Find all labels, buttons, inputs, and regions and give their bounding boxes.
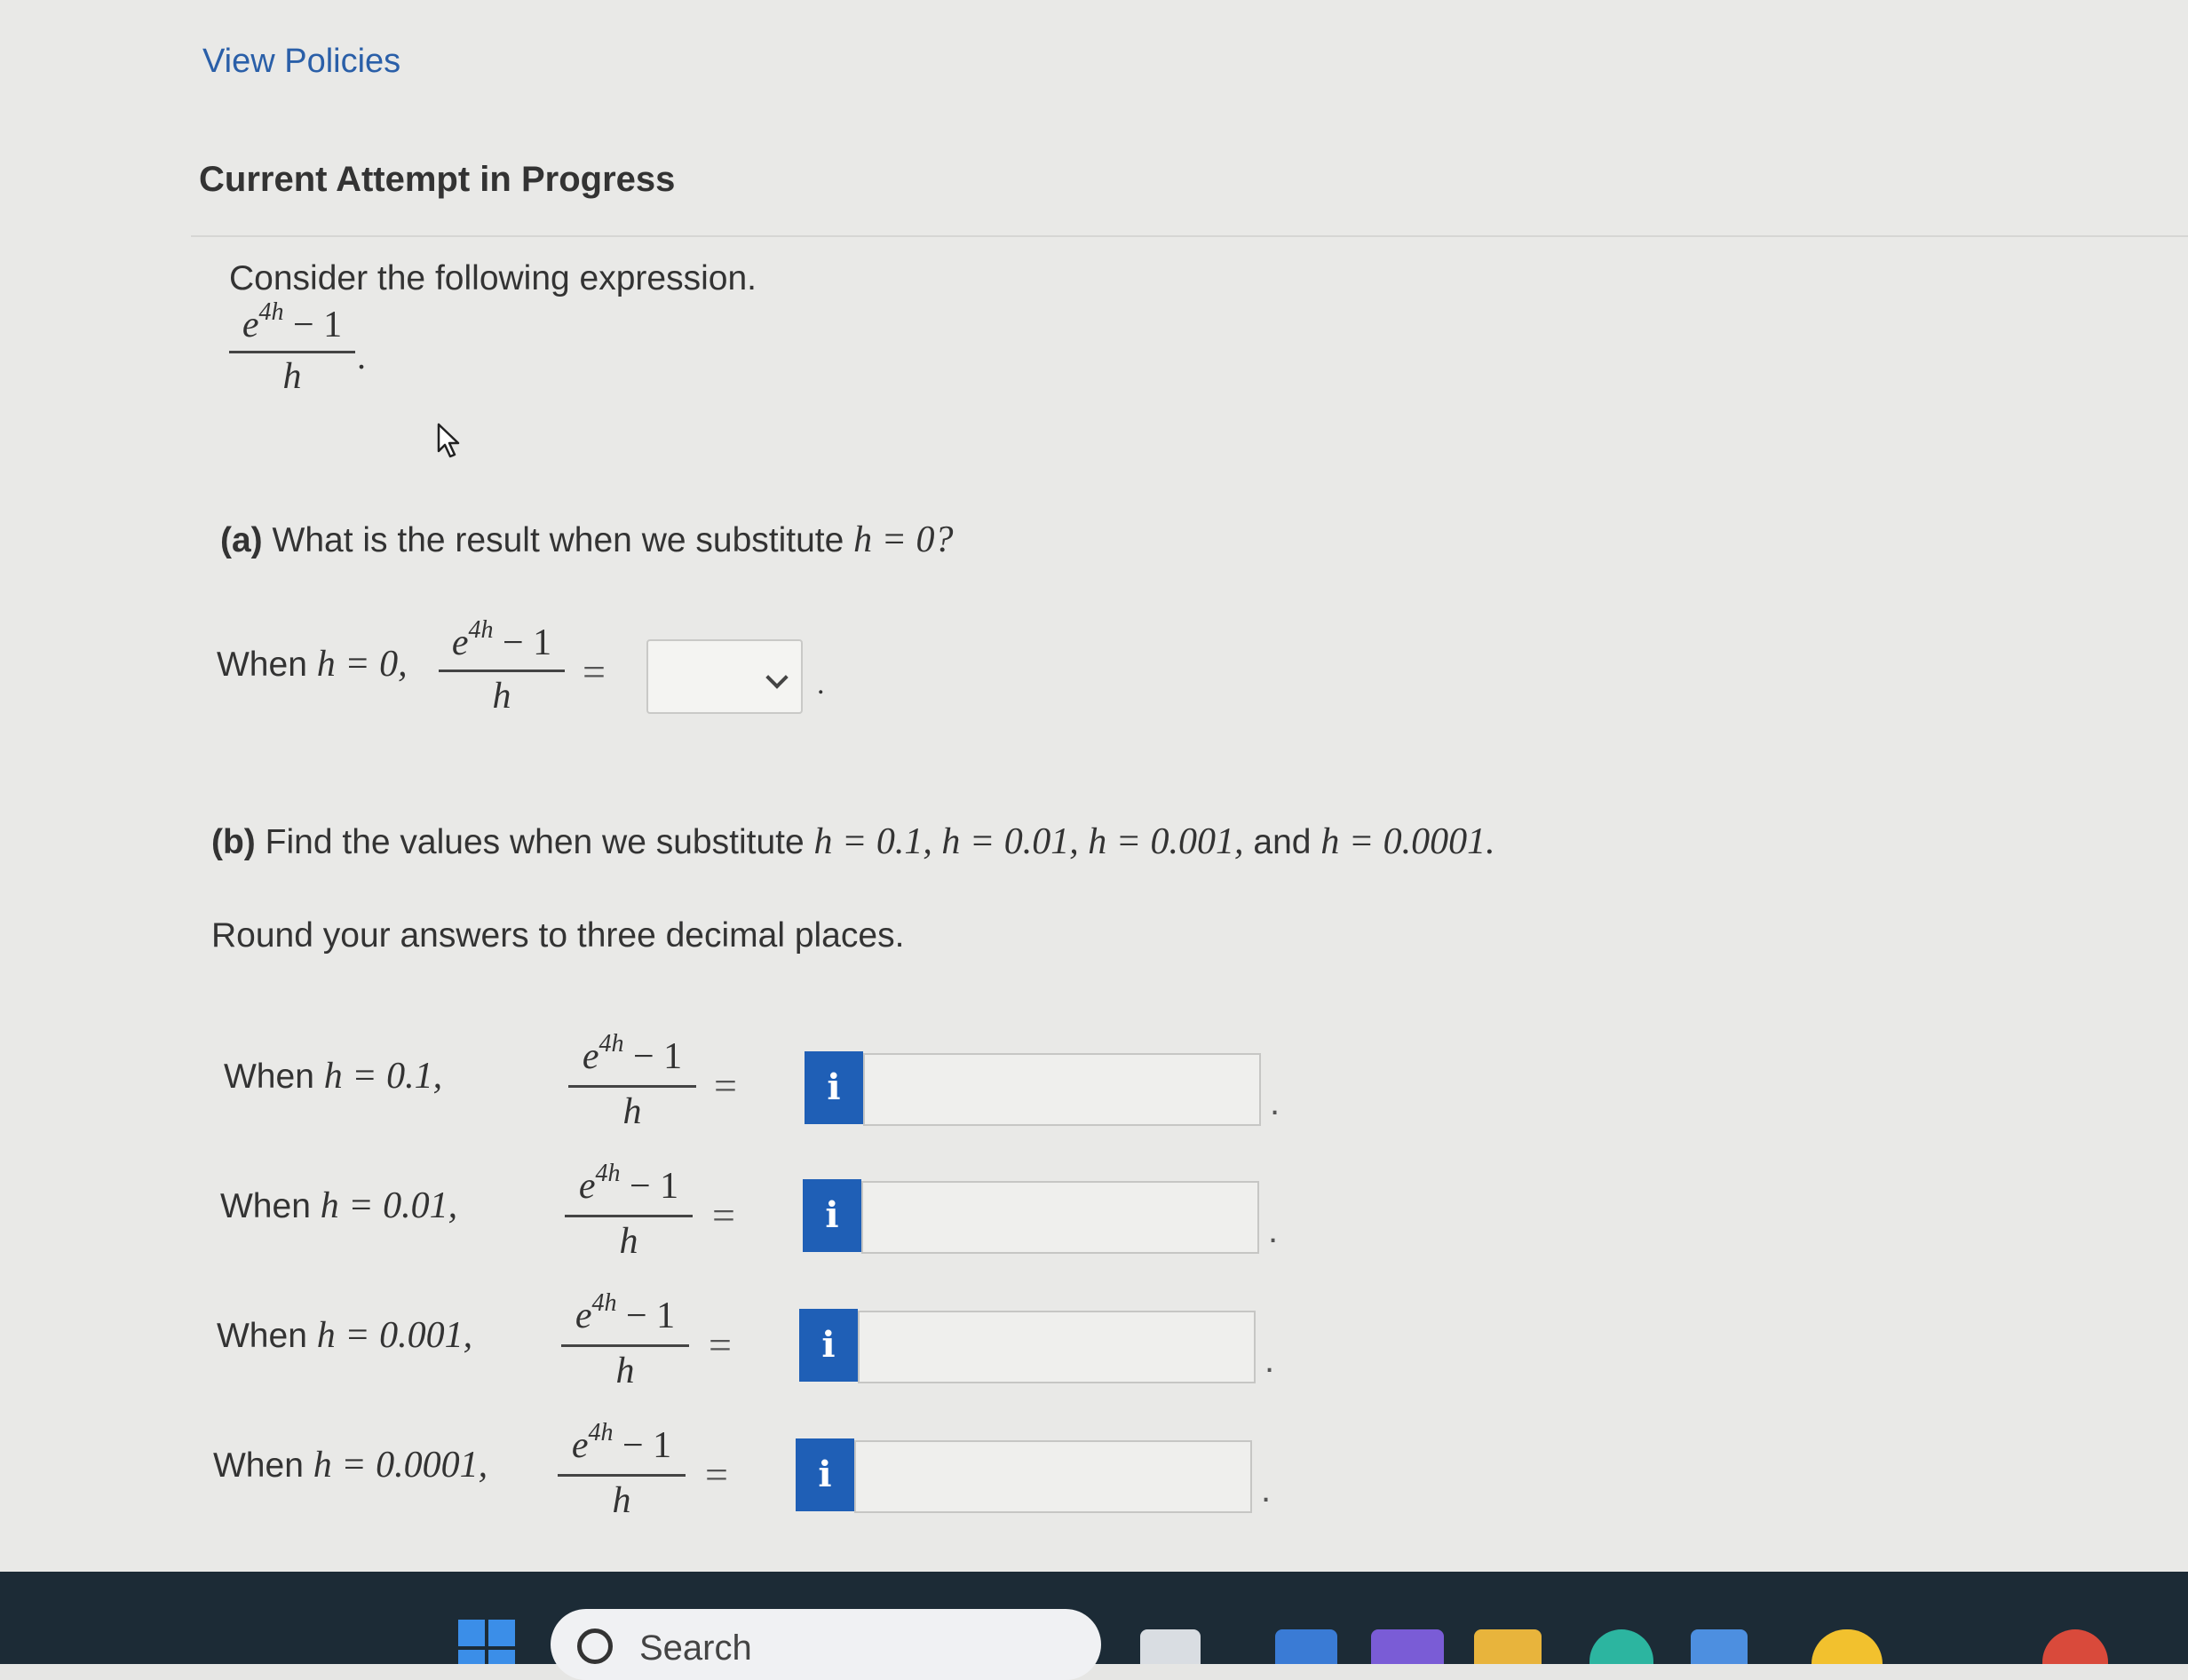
rounding-instruction: Round your answers to three decimal plac… bbox=[211, 916, 905, 955]
row-2-fraction-base: e bbox=[578, 1166, 596, 1207]
part-b-last-condition: h = 0.0001. bbox=[1320, 821, 1495, 862]
part-b-question-text: Find the values when we substitute bbox=[265, 823, 805, 861]
teams-icon[interactable] bbox=[1371, 1629, 1444, 1664]
view-policies-link[interactable]: View Policies bbox=[202, 43, 400, 81]
chevron-down-icon bbox=[765, 666, 789, 689]
row-3-fraction-exponent: 4h bbox=[591, 1289, 617, 1317]
expression-fraction: e4h − 1 h bbox=[229, 298, 355, 400]
row-2-answer-input[interactable] bbox=[861, 1181, 1259, 1254]
divider bbox=[191, 235, 2188, 237]
row-4-when-text: When bbox=[213, 1446, 304, 1485]
row-2-fraction-exponent: 4h bbox=[595, 1160, 621, 1187]
part-a-label: (a) bbox=[220, 521, 263, 559]
part-b-and: and bbox=[1253, 823, 1312, 861]
row-2-fraction-minus-one: − 1 bbox=[620, 1166, 679, 1207]
part-a-question-text: What is the result when we substitute bbox=[272, 521, 844, 559]
assignment-page: View Policies Current Attempt in Progres… bbox=[0, 0, 2188, 1572]
row-3-fraction-minus-one: − 1 bbox=[616, 1296, 676, 1336]
row-1-fraction-exponent: 4h bbox=[599, 1030, 624, 1058]
row-3-answer-input[interactable] bbox=[858, 1311, 1256, 1383]
row-1-fraction-denominator: h bbox=[622, 1091, 642, 1132]
row-1-when-math: h = 0.1, bbox=[323, 1056, 443, 1097]
row-3-equals: = bbox=[709, 1322, 732, 1367]
row-1-equals: = bbox=[714, 1063, 737, 1108]
row-2-when-math: h = 0.01, bbox=[320, 1185, 458, 1226]
row-3-fraction-base: e bbox=[575, 1296, 592, 1336]
row-3-when: When h = 0.001, bbox=[217, 1314, 472, 1357]
windows-start-icon[interactable] bbox=[458, 1620, 517, 1664]
row-3-fraction-denominator: h bbox=[615, 1351, 635, 1391]
row-2-equals: = bbox=[712, 1193, 735, 1238]
part-a-fraction-denominator: h bbox=[492, 676, 511, 717]
part-a-question: (a) What is the result when we substitut… bbox=[220, 519, 954, 561]
file-explorer-icon[interactable] bbox=[1474, 1629, 1542, 1664]
part-a-when-text: When bbox=[217, 646, 307, 684]
row-4-fraction-exponent: 4h bbox=[588, 1419, 614, 1446]
row-4-info-button[interactable]: i bbox=[796, 1438, 854, 1511]
expression-exponent: 4h bbox=[258, 298, 284, 326]
row-2-period: . bbox=[1268, 1211, 1279, 1250]
store-icon[interactable] bbox=[1691, 1629, 1748, 1664]
row-4-fraction-denominator: h bbox=[612, 1480, 631, 1521]
part-a-when-math: h = 0, bbox=[316, 644, 408, 685]
expression-minus-one: − 1 bbox=[283, 305, 343, 345]
part-a-trailing-period: . bbox=[817, 668, 825, 701]
part-a-when: When h = 0, bbox=[217, 643, 408, 685]
part-a-answer-select[interactable] bbox=[646, 639, 803, 714]
row-4-when-math: h = 0.0001, bbox=[313, 1445, 488, 1486]
part-a-fraction-base: e bbox=[451, 622, 469, 663]
search-icon bbox=[577, 1628, 613, 1664]
row-2-fraction: e4h − 1 h bbox=[565, 1160, 693, 1262]
row-4-fraction-minus-one: − 1 bbox=[613, 1425, 672, 1466]
part-a-condition: h = 0? bbox=[853, 519, 954, 560]
row-3-fraction: e4h − 1 h bbox=[561, 1289, 689, 1391]
intro-text: Consider the following expression. bbox=[229, 259, 757, 297]
row-2-when: When h = 0.01, bbox=[220, 1185, 457, 1227]
row-4-fraction: e4h − 1 h bbox=[558, 1419, 686, 1521]
row-3-period: . bbox=[1264, 1341, 1275, 1380]
row-1-when: When h = 0.1, bbox=[224, 1055, 442, 1098]
row-4-answer-input[interactable] bbox=[854, 1440, 1252, 1513]
expression-base: e bbox=[242, 305, 259, 345]
row-3-info-button[interactable]: i bbox=[799, 1309, 858, 1382]
row-2-when-text: When bbox=[220, 1187, 311, 1225]
row-2-fraction-denominator: h bbox=[619, 1221, 638, 1262]
mouse-cursor-icon bbox=[437, 423, 460, 458]
row-4-when: When h = 0.0001, bbox=[213, 1444, 488, 1486]
row-1-answer-input[interactable] bbox=[863, 1053, 1261, 1126]
row-1-info-button[interactable]: i bbox=[805, 1051, 863, 1124]
row-1-fraction-base: e bbox=[582, 1036, 599, 1077]
part-a-equals: = bbox=[583, 649, 606, 694]
row-1-fraction: e4h − 1 h bbox=[568, 1030, 696, 1132]
widgets-icon[interactable] bbox=[1275, 1629, 1337, 1664]
part-b-conditions: h = 0.1, h = 0.01, h = 0.001, bbox=[813, 821, 1244, 862]
part-a-fraction-minus-one: − 1 bbox=[493, 622, 552, 663]
row-1-period: . bbox=[1270, 1083, 1280, 1122]
page-title: Current Attempt in Progress bbox=[199, 160, 676, 199]
taskbar-search-placeholder: Search bbox=[639, 1628, 752, 1668]
expression-denominator: h bbox=[282, 356, 302, 397]
row-1-when-text: When bbox=[224, 1058, 314, 1096]
part-b-question: (b) Find the values when we substitute h… bbox=[211, 820, 1495, 863]
row-4-equals: = bbox=[705, 1452, 728, 1497]
row-1-fraction-minus-one: − 1 bbox=[623, 1036, 683, 1077]
part-a-fraction: e4h − 1 h bbox=[439, 616, 565, 717]
row-4-fraction-base: e bbox=[571, 1425, 589, 1466]
row-2-info-button[interactable]: i bbox=[803, 1179, 861, 1252]
taskbar-search-box[interactable]: Search bbox=[551, 1609, 1101, 1680]
part-a-fraction-exponent: 4h bbox=[468, 616, 494, 644]
part-b-label: (b) bbox=[211, 823, 256, 861]
expression-period: . bbox=[357, 337, 366, 376]
row-3-when-text: When bbox=[217, 1317, 307, 1355]
task-view-icon[interactable] bbox=[1140, 1629, 1201, 1664]
row-3-when-math: h = 0.001, bbox=[316, 1315, 473, 1356]
row-4-period: . bbox=[1261, 1470, 1272, 1510]
